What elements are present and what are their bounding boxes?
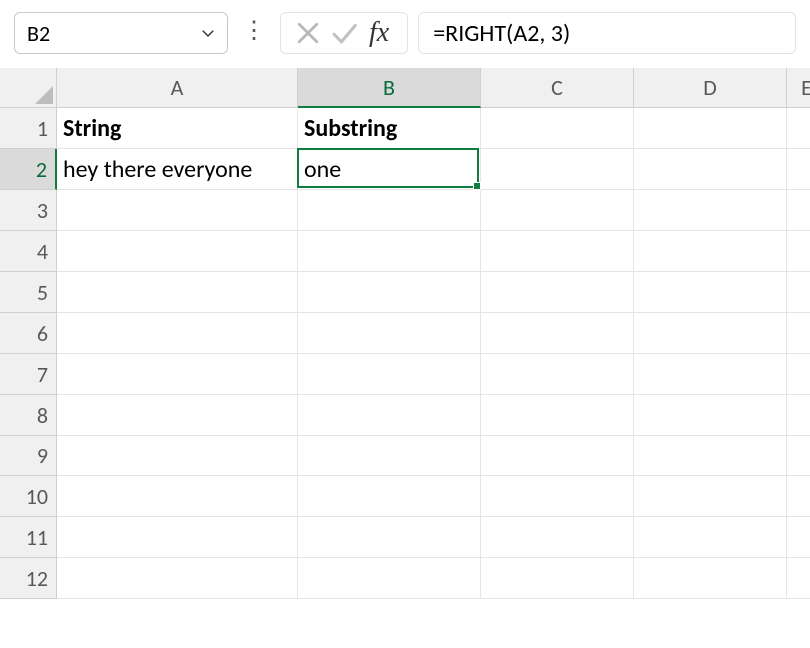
cell-D10[interactable] bbox=[634, 476, 787, 517]
cell-B7[interactable] bbox=[298, 354, 481, 395]
row-header-6[interactable]: 6 bbox=[0, 313, 57, 354]
cell-E4[interactable] bbox=[787, 231, 810, 272]
row-header-5[interactable]: 5 bbox=[0, 272, 57, 313]
cell-A10[interactable] bbox=[57, 476, 298, 517]
cell-D7[interactable] bbox=[634, 354, 787, 395]
cell-value: hey there everyone bbox=[63, 155, 252, 184]
cell-value: Substring bbox=[304, 114, 397, 143]
cell-B8[interactable] bbox=[298, 395, 481, 436]
formula-bar: B2 ⋮ fx =RIGHT(A2, 3) bbox=[0, 0, 810, 68]
cell-B11[interactable] bbox=[298, 517, 481, 558]
name-box[interactable]: B2 bbox=[14, 12, 228, 54]
cell-C11[interactable] bbox=[481, 517, 634, 558]
cell-B3[interactable] bbox=[298, 190, 481, 231]
cell-A12[interactable] bbox=[57, 558, 298, 599]
cell-A7[interactable] bbox=[57, 354, 298, 395]
formula-bar-buttons: fx bbox=[280, 12, 408, 54]
cell-A1[interactable]: String bbox=[57, 108, 298, 149]
row-header-2[interactable]: 2 bbox=[0, 149, 57, 190]
cell-A3[interactable] bbox=[57, 190, 298, 231]
cell-B10[interactable] bbox=[298, 476, 481, 517]
cell-B9[interactable] bbox=[298, 436, 481, 476]
cell-D11[interactable] bbox=[634, 517, 787, 558]
cell-A5[interactable] bbox=[57, 272, 298, 313]
cell-A6[interactable] bbox=[57, 313, 298, 354]
cell-A11[interactable] bbox=[57, 517, 298, 558]
row-header-1[interactable]: 1 bbox=[0, 108, 57, 149]
row-header-7[interactable]: 7 bbox=[0, 354, 57, 395]
cell-D4[interactable] bbox=[634, 231, 787, 272]
cell-D2[interactable] bbox=[634, 149, 787, 190]
cell-C9[interactable] bbox=[481, 436, 634, 476]
cell-C12[interactable] bbox=[481, 558, 634, 599]
cell-C6[interactable] bbox=[481, 313, 634, 354]
cell-A9[interactable] bbox=[57, 436, 298, 476]
col-header-B[interactable]: B bbox=[298, 68, 481, 108]
row-header-12[interactable]: 12 bbox=[0, 558, 57, 599]
cell-C1[interactable] bbox=[481, 108, 634, 149]
cell-C10[interactable] bbox=[481, 476, 634, 517]
cell-D5[interactable] bbox=[634, 272, 787, 313]
cell-B12[interactable] bbox=[298, 558, 481, 599]
row-header-4[interactable]: 4 bbox=[0, 231, 57, 272]
col-header-C[interactable]: C bbox=[481, 68, 634, 108]
cell-C2[interactable] bbox=[481, 149, 634, 190]
cell-E2[interactable] bbox=[787, 149, 810, 190]
cell-E10[interactable] bbox=[787, 476, 810, 517]
row-header-9[interactable]: 9 bbox=[0, 436, 57, 476]
more-icon[interactable]: ⋮ bbox=[238, 19, 270, 43]
cell-C4[interactable] bbox=[481, 231, 634, 272]
cell-E6[interactable] bbox=[787, 313, 810, 354]
cell-E5[interactable] bbox=[787, 272, 810, 313]
cell-E1[interactable] bbox=[787, 108, 810, 149]
chevron-down-icon[interactable] bbox=[199, 24, 217, 42]
cell-B1[interactable]: Substring bbox=[298, 108, 481, 149]
col-header-A[interactable]: A bbox=[57, 68, 298, 108]
cell-value: one bbox=[304, 155, 341, 184]
name-box-value: B2 bbox=[27, 20, 199, 47]
row-header-3[interactable]: 3 bbox=[0, 190, 57, 231]
col-header-E[interactable]: E bbox=[787, 68, 810, 108]
formula-input[interactable]: =RIGHT(A2, 3) bbox=[418, 12, 796, 54]
cell-D9[interactable] bbox=[634, 436, 787, 476]
cell-E12[interactable] bbox=[787, 558, 810, 599]
cell-C7[interactable] bbox=[481, 354, 634, 395]
cell-B5[interactable] bbox=[298, 272, 481, 313]
cell-D12[interactable] bbox=[634, 558, 787, 599]
cell-E7[interactable] bbox=[787, 354, 810, 395]
row-header-8[interactable]: 8 bbox=[0, 395, 57, 436]
cell-E9[interactable] bbox=[787, 436, 810, 476]
row-header-10[interactable]: 10 bbox=[0, 476, 57, 517]
cell-E11[interactable] bbox=[787, 517, 810, 558]
cell-E3[interactable] bbox=[787, 190, 810, 231]
cell-C3[interactable] bbox=[481, 190, 634, 231]
cell-A8[interactable] bbox=[57, 395, 298, 436]
cell-D3[interactable] bbox=[634, 190, 787, 231]
cell-B4[interactable] bbox=[298, 231, 481, 272]
fx-icon[interactable]: fx bbox=[365, 17, 395, 49]
row-header-11[interactable]: 11 bbox=[0, 517, 57, 558]
cell-C8[interactable] bbox=[481, 395, 634, 436]
cell-A2[interactable]: hey there everyone bbox=[57, 149, 298, 190]
select-all-corner[interactable] bbox=[0, 68, 57, 108]
cell-value: String bbox=[63, 114, 121, 143]
check-icon[interactable] bbox=[329, 18, 359, 48]
cancel-icon[interactable] bbox=[293, 18, 323, 48]
cell-B2[interactable]: one bbox=[298, 149, 481, 190]
cell-C5[interactable] bbox=[481, 272, 634, 313]
cell-A4[interactable] bbox=[57, 231, 298, 272]
cell-D6[interactable] bbox=[634, 313, 787, 354]
cell-E8[interactable] bbox=[787, 395, 810, 436]
cell-D1[interactable] bbox=[634, 108, 787, 149]
cell-B6[interactable] bbox=[298, 313, 481, 354]
cell-D8[interactable] bbox=[634, 395, 787, 436]
formula-value: =RIGHT(A2, 3) bbox=[433, 19, 570, 48]
col-header-D[interactable]: D bbox=[634, 68, 787, 108]
